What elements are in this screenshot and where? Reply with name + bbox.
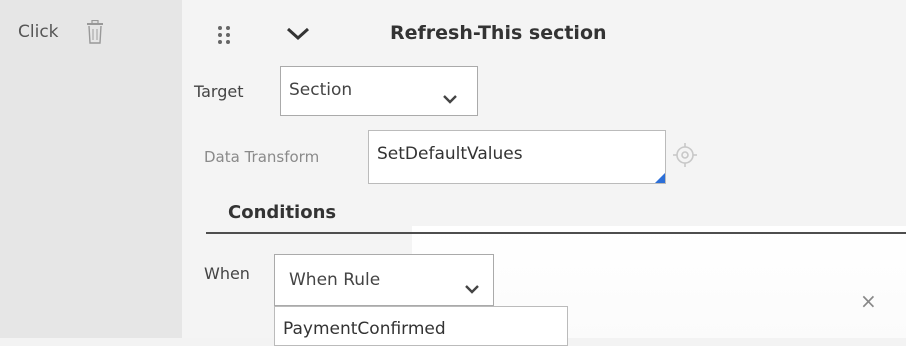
target-icon[interactable] xyxy=(672,142,698,168)
when-select[interactable]: When Rule xyxy=(274,254,494,306)
when-rule-input[interactable]: PaymentConfirmed xyxy=(274,306,568,346)
conditions-heading: Conditions xyxy=(228,202,337,223)
target-select-value: Section xyxy=(289,80,353,100)
event-type-label: Click xyxy=(18,22,59,42)
when-select-value: When Rule xyxy=(289,270,381,290)
data-transform-value: SetDefaultValues xyxy=(377,144,523,164)
target-select[interactable]: Section xyxy=(280,66,478,116)
target-label: Target xyxy=(194,82,244,101)
data-transform-input[interactable]: SetDefaultValues xyxy=(368,130,666,184)
when-rule-value: PaymentConfirmed xyxy=(283,319,446,339)
event-column: Click xyxy=(0,0,182,338)
autocomplete-corner-indicator xyxy=(655,173,665,183)
chevron-down-icon[interactable] xyxy=(286,26,310,41)
trash-icon[interactable] xyxy=(86,19,104,44)
action-panel: Refresh-This section Target Section Data… xyxy=(182,0,906,346)
close-icon[interactable]: × xyxy=(860,289,877,313)
chevron-down-icon xyxy=(443,89,457,104)
conditions-divider xyxy=(206,232,906,234)
chevron-down-icon xyxy=(465,279,479,294)
when-label: When xyxy=(204,264,250,283)
action-title: Refresh-This section xyxy=(390,22,607,44)
drag-handle-icon[interactable] xyxy=(218,26,232,44)
data-transform-label: Data Transform xyxy=(204,148,320,166)
